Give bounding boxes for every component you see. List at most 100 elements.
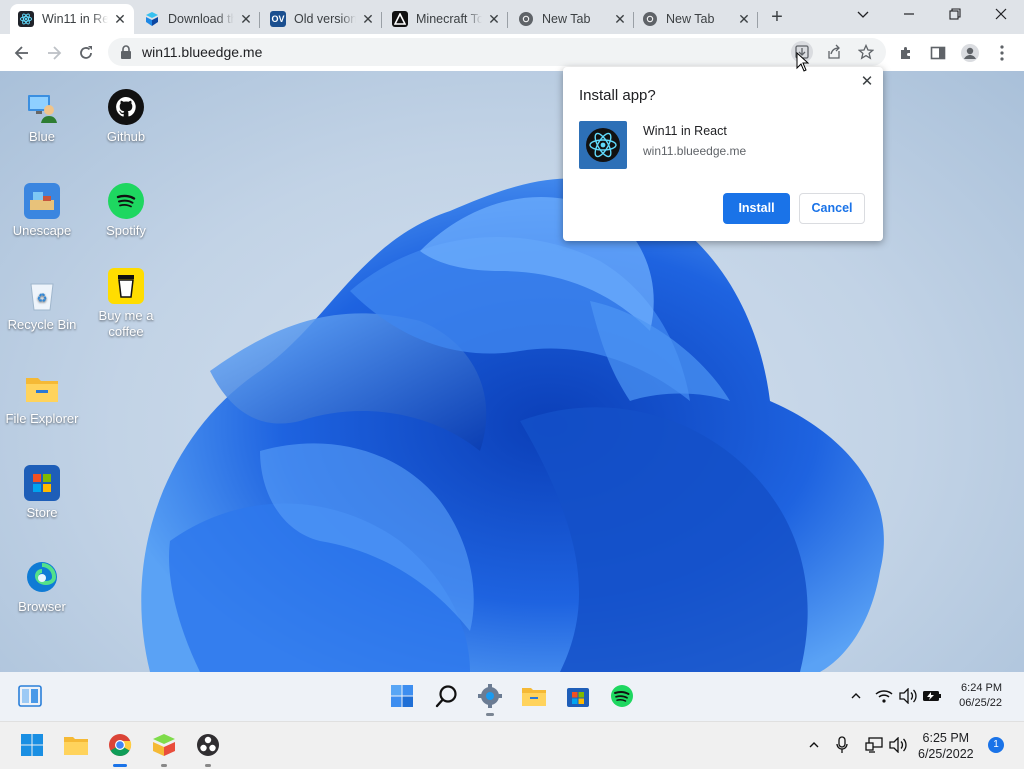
start-windows-icon[interactable] bbox=[18, 731, 46, 759]
extensions-puzzle-icon[interactable] bbox=[892, 39, 920, 67]
battery-charging-icon[interactable] bbox=[918, 682, 946, 710]
desktop-icon-buy-me-a-coffee[interactable]: Buy me a coffee bbox=[84, 268, 168, 340]
microphone-icon[interactable] bbox=[828, 731, 856, 759]
spotify-icon[interactable] bbox=[608, 682, 636, 710]
host-time: 6:25 PM bbox=[922, 731, 970, 745]
close-window-icon[interactable] bbox=[978, 0, 1024, 30]
close-tab-icon[interactable]: ✕ bbox=[486, 11, 502, 27]
close-tab-icon[interactable]: ✕ bbox=[360, 11, 376, 27]
new-tab-button[interactable]: + bbox=[766, 7, 788, 29]
chevron-up-icon[interactable] bbox=[800, 731, 828, 759]
tab-win11-in-react[interactable]: Win11 in React ✕ bbox=[10, 4, 134, 34]
host-date: 6/25/2022 bbox=[918, 747, 974, 761]
obs-icon[interactable] bbox=[194, 731, 222, 759]
ov-icon: OV bbox=[270, 11, 286, 27]
file-explorer-icon[interactable] bbox=[62, 731, 90, 759]
cancel-button[interactable]: Cancel bbox=[799, 193, 865, 224]
desktop-icon-store[interactable]: Store bbox=[0, 465, 84, 521]
side-panel-icon[interactable] bbox=[924, 39, 952, 67]
edge-icon bbox=[24, 559, 60, 595]
restore-icon[interactable] bbox=[932, 0, 978, 30]
spotify-icon bbox=[108, 183, 144, 219]
reload-icon[interactable] bbox=[72, 39, 100, 67]
desktop-icon-unescape[interactable]: Unescape bbox=[0, 183, 84, 239]
svg-text:♻: ♻ bbox=[37, 291, 48, 305]
bluestacks-icon bbox=[144, 11, 160, 27]
tab-new-tab-2[interactable]: New Tab ✕ bbox=[634, 4, 758, 34]
close-tab-icon[interactable]: ✕ bbox=[736, 11, 752, 27]
file-explorer-icon[interactable] bbox=[520, 682, 548, 710]
desktop-icon-github[interactable]: Github bbox=[84, 89, 168, 145]
desktop-icon-spotify[interactable]: Spotify bbox=[84, 183, 168, 239]
win11-taskbar: 6:24 PM 06/25/22 bbox=[0, 672, 1024, 721]
desktop-icon-browser[interactable]: Browser bbox=[0, 559, 84, 615]
tab-title: New Tab bbox=[666, 12, 715, 26]
desktop-icon-recycle-bin[interactable]: ♻ Recycle Bin bbox=[0, 277, 84, 333]
desktop-icon-blue[interactable]: Blue bbox=[0, 89, 84, 145]
close-icon[interactable]: ✕ bbox=[859, 74, 875, 90]
tab-title: Win11 in React bbox=[42, 12, 108, 26]
settings-gear-icon[interactable] bbox=[476, 682, 504, 710]
win11-clock[interactable]: 6:24 PM 06/25/22 bbox=[959, 681, 1002, 711]
running-indicator bbox=[205, 764, 211, 767]
widgets-icon[interactable] bbox=[16, 682, 44, 710]
tab-new-tab-1[interactable]: New Tab ✕ bbox=[510, 4, 634, 34]
app-url: win11.blueedge.me bbox=[643, 144, 747, 158]
forward-icon[interactable] bbox=[40, 39, 68, 67]
chevron-up-icon[interactable] bbox=[842, 682, 870, 710]
install-dialog-title: Install app? bbox=[579, 87, 656, 104]
running-indicator bbox=[161, 764, 167, 767]
desktop-icon-label: Store bbox=[26, 505, 58, 520]
more-menu-icon[interactable] bbox=[988, 39, 1016, 67]
share-icon[interactable] bbox=[823, 41, 845, 63]
desktop-icon-label: Spotify bbox=[106, 223, 146, 238]
folder-icon bbox=[24, 371, 60, 407]
chrome-icon bbox=[518, 11, 534, 27]
install-button[interactable]: Install bbox=[723, 193, 790, 224]
bookmark-star-icon[interactable] bbox=[855, 41, 877, 63]
back-icon[interactable] bbox=[8, 39, 36, 67]
desktop-icon-label: Recycle Bin bbox=[7, 317, 77, 332]
tab-title: New Tab bbox=[542, 12, 591, 26]
chrome-icon bbox=[642, 11, 658, 27]
tab-minecraft-tools[interactable]: Minecraft Tools ✕ bbox=[384, 4, 508, 34]
profile-icon[interactable] bbox=[956, 39, 984, 67]
url-text: win11.blueedge.me bbox=[142, 44, 263, 60]
search-icon[interactable] bbox=[433, 682, 461, 710]
close-tab-icon[interactable]: ✕ bbox=[238, 11, 254, 27]
store-icon bbox=[24, 465, 60, 501]
bluestacks-icon[interactable] bbox=[150, 731, 178, 759]
address-bar[interactable]: win11.blueedge.me bbox=[108, 38, 886, 66]
desktop-icon-label: Buy me a coffee bbox=[98, 308, 154, 339]
close-tab-icon[interactable]: ✕ bbox=[612, 11, 628, 27]
tab-title: Old versions bbox=[294, 12, 356, 26]
install-app-dialog: Install app? ✕ Win11 in React win11.blue… bbox=[563, 67, 883, 241]
tab-title: Download the bbox=[168, 12, 234, 26]
user-computer-icon bbox=[24, 89, 60, 125]
desktop-icon-label: File Explorer bbox=[5, 411, 79, 426]
win11-date: 06/25/22 bbox=[959, 697, 1002, 709]
notification-badge[interactable]: 1 bbox=[988, 737, 1004, 753]
chrome-icon[interactable] bbox=[106, 731, 134, 759]
recycle-bin-icon: ♻ bbox=[24, 277, 60, 313]
react-icon bbox=[18, 11, 34, 27]
tab-search-chevron-icon[interactable] bbox=[840, 0, 886, 30]
tab-old-versions[interactable]: OV Old versions ✕ bbox=[262, 4, 382, 34]
win11-time: 6:24 PM bbox=[961, 682, 1002, 694]
store-icon[interactable] bbox=[564, 682, 592, 710]
desktop-icon-file-explorer[interactable]: File Explorer bbox=[0, 371, 84, 427]
host-taskbar: 6:25 PM 6/25/2022 1 bbox=[0, 721, 1024, 769]
lock-icon[interactable] bbox=[120, 45, 132, 64]
volume-icon[interactable] bbox=[884, 731, 912, 759]
minecraft-tools-icon bbox=[392, 11, 408, 27]
minimize-icon[interactable] bbox=[886, 0, 932, 30]
coffee-icon bbox=[108, 268, 144, 304]
host-clock[interactable]: 6:25 PM 6/25/2022 bbox=[918, 730, 974, 762]
mouse-cursor-icon bbox=[796, 52, 810, 72]
active-indicator bbox=[113, 764, 127, 767]
start-windows-icon[interactable] bbox=[388, 682, 416, 710]
close-tab-icon[interactable]: ✕ bbox=[112, 11, 128, 27]
github-icon bbox=[108, 89, 144, 125]
unescape-icon bbox=[24, 183, 60, 219]
tab-download[interactable]: Download the ✕ bbox=[136, 4, 260, 34]
